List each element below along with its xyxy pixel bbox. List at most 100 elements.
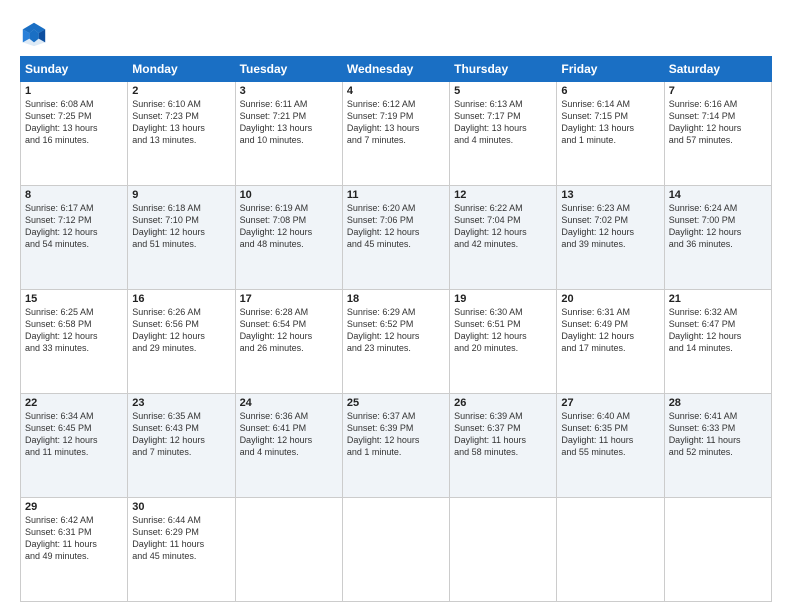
cell-info: Sunrise: 6:11 AM Sunset: 7:21 PM Dayligh… (240, 98, 338, 147)
cell-info: Sunrise: 6:10 AM Sunset: 7:23 PM Dayligh… (132, 98, 230, 147)
cell-info: Sunrise: 6:32 AM Sunset: 6:47 PM Dayligh… (669, 306, 767, 355)
calendar-cell: 18Sunrise: 6:29 AM Sunset: 6:52 PM Dayli… (342, 290, 449, 394)
logo-icon (20, 20, 48, 48)
day-number: 20 (561, 293, 659, 305)
cell-info: Sunrise: 6:30 AM Sunset: 6:51 PM Dayligh… (454, 306, 552, 355)
calendar-cell: 17Sunrise: 6:28 AM Sunset: 6:54 PM Dayli… (235, 290, 342, 394)
calendar-cell: 28Sunrise: 6:41 AM Sunset: 6:33 PM Dayli… (664, 394, 771, 498)
day-number: 26 (454, 397, 552, 409)
day-number: 2 (132, 85, 230, 97)
calendar-header-thursday: Thursday (450, 57, 557, 82)
day-number: 11 (347, 189, 445, 201)
day-number: 7 (669, 85, 767, 97)
cell-info: Sunrise: 6:35 AM Sunset: 6:43 PM Dayligh… (132, 410, 230, 459)
calendar-cell: 13Sunrise: 6:23 AM Sunset: 7:02 PM Dayli… (557, 186, 664, 290)
day-number: 27 (561, 397, 659, 409)
calendar-cell: 11Sunrise: 6:20 AM Sunset: 7:06 PM Dayli… (342, 186, 449, 290)
calendar-table: SundayMondayTuesdayWednesdayThursdayFrid… (20, 56, 772, 602)
day-number: 23 (132, 397, 230, 409)
calendar-cell: 5Sunrise: 6:13 AM Sunset: 7:17 PM Daylig… (450, 82, 557, 186)
calendar-cell: 10Sunrise: 6:19 AM Sunset: 7:08 PM Dayli… (235, 186, 342, 290)
cell-info: Sunrise: 6:44 AM Sunset: 6:29 PM Dayligh… (132, 514, 230, 563)
cell-info: Sunrise: 6:34 AM Sunset: 6:45 PM Dayligh… (25, 410, 123, 459)
calendar-header-wednesday: Wednesday (342, 57, 449, 82)
calendar-cell: 30Sunrise: 6:44 AM Sunset: 6:29 PM Dayli… (128, 498, 235, 602)
calendar-week-4: 22Sunrise: 6:34 AM Sunset: 6:45 PM Dayli… (21, 394, 772, 498)
cell-info: Sunrise: 6:20 AM Sunset: 7:06 PM Dayligh… (347, 202, 445, 251)
day-number: 12 (454, 189, 552, 201)
logo (20, 20, 52, 48)
calendar-cell: 25Sunrise: 6:37 AM Sunset: 6:39 PM Dayli… (342, 394, 449, 498)
calendar-cell (450, 498, 557, 602)
calendar-cell: 19Sunrise: 6:30 AM Sunset: 6:51 PM Dayli… (450, 290, 557, 394)
day-number: 30 (132, 501, 230, 513)
day-number: 19 (454, 293, 552, 305)
calendar-cell: 16Sunrise: 6:26 AM Sunset: 6:56 PM Dayli… (128, 290, 235, 394)
header (20, 16, 772, 48)
day-number: 22 (25, 397, 123, 409)
day-number: 4 (347, 85, 445, 97)
calendar-header-saturday: Saturday (664, 57, 771, 82)
day-number: 3 (240, 85, 338, 97)
calendar-cell (664, 498, 771, 602)
cell-info: Sunrise: 6:25 AM Sunset: 6:58 PM Dayligh… (25, 306, 123, 355)
day-number: 18 (347, 293, 445, 305)
calendar-cell: 27Sunrise: 6:40 AM Sunset: 6:35 PM Dayli… (557, 394, 664, 498)
cell-info: Sunrise: 6:12 AM Sunset: 7:19 PM Dayligh… (347, 98, 445, 147)
calendar-cell: 6Sunrise: 6:14 AM Sunset: 7:15 PM Daylig… (557, 82, 664, 186)
day-number: 6 (561, 85, 659, 97)
calendar-cell: 9Sunrise: 6:18 AM Sunset: 7:10 PM Daylig… (128, 186, 235, 290)
calendar-cell (342, 498, 449, 602)
calendar-week-1: 1Sunrise: 6:08 AM Sunset: 7:25 PM Daylig… (21, 82, 772, 186)
calendar-cell: 24Sunrise: 6:36 AM Sunset: 6:41 PM Dayli… (235, 394, 342, 498)
page: SundayMondayTuesdayWednesdayThursdayFrid… (0, 0, 792, 612)
day-number: 13 (561, 189, 659, 201)
cell-info: Sunrise: 6:19 AM Sunset: 7:08 PM Dayligh… (240, 202, 338, 251)
calendar-cell: 21Sunrise: 6:32 AM Sunset: 6:47 PM Dayli… (664, 290, 771, 394)
calendar-cell: 20Sunrise: 6:31 AM Sunset: 6:49 PM Dayli… (557, 290, 664, 394)
day-number: 10 (240, 189, 338, 201)
cell-info: Sunrise: 6:17 AM Sunset: 7:12 PM Dayligh… (25, 202, 123, 251)
cell-info: Sunrise: 6:28 AM Sunset: 6:54 PM Dayligh… (240, 306, 338, 355)
calendar-cell: 26Sunrise: 6:39 AM Sunset: 6:37 PM Dayli… (450, 394, 557, 498)
calendar-week-2: 8Sunrise: 6:17 AM Sunset: 7:12 PM Daylig… (21, 186, 772, 290)
cell-info: Sunrise: 6:31 AM Sunset: 6:49 PM Dayligh… (561, 306, 659, 355)
cell-info: Sunrise: 6:08 AM Sunset: 7:25 PM Dayligh… (25, 98, 123, 147)
calendar-cell: 12Sunrise: 6:22 AM Sunset: 7:04 PM Dayli… (450, 186, 557, 290)
cell-info: Sunrise: 6:41 AM Sunset: 6:33 PM Dayligh… (669, 410, 767, 459)
calendar-cell: 23Sunrise: 6:35 AM Sunset: 6:43 PM Dayli… (128, 394, 235, 498)
day-number: 28 (669, 397, 767, 409)
calendar-cell: 8Sunrise: 6:17 AM Sunset: 7:12 PM Daylig… (21, 186, 128, 290)
calendar-cell: 4Sunrise: 6:12 AM Sunset: 7:19 PM Daylig… (342, 82, 449, 186)
calendar-cell: 14Sunrise: 6:24 AM Sunset: 7:00 PM Dayli… (664, 186, 771, 290)
cell-info: Sunrise: 6:36 AM Sunset: 6:41 PM Dayligh… (240, 410, 338, 459)
day-number: 25 (347, 397, 445, 409)
calendar-header-monday: Monday (128, 57, 235, 82)
day-number: 21 (669, 293, 767, 305)
day-number: 16 (132, 293, 230, 305)
day-number: 15 (25, 293, 123, 305)
calendar-cell: 2Sunrise: 6:10 AM Sunset: 7:23 PM Daylig… (128, 82, 235, 186)
day-number: 17 (240, 293, 338, 305)
calendar-cell (235, 498, 342, 602)
cell-info: Sunrise: 6:18 AM Sunset: 7:10 PM Dayligh… (132, 202, 230, 251)
cell-info: Sunrise: 6:40 AM Sunset: 6:35 PM Dayligh… (561, 410, 659, 459)
cell-info: Sunrise: 6:23 AM Sunset: 7:02 PM Dayligh… (561, 202, 659, 251)
day-number: 24 (240, 397, 338, 409)
day-number: 14 (669, 189, 767, 201)
day-number: 1 (25, 85, 123, 97)
cell-info: Sunrise: 6:42 AM Sunset: 6:31 PM Dayligh… (25, 514, 123, 563)
calendar-header-tuesday: Tuesday (235, 57, 342, 82)
calendar-cell: 7Sunrise: 6:16 AM Sunset: 7:14 PM Daylig… (664, 82, 771, 186)
calendar-cell: 1Sunrise: 6:08 AM Sunset: 7:25 PM Daylig… (21, 82, 128, 186)
calendar-cell: 29Sunrise: 6:42 AM Sunset: 6:31 PM Dayli… (21, 498, 128, 602)
cell-info: Sunrise: 6:26 AM Sunset: 6:56 PM Dayligh… (132, 306, 230, 355)
day-number: 29 (25, 501, 123, 513)
calendar-header-sunday: Sunday (21, 57, 128, 82)
calendar-cell (557, 498, 664, 602)
cell-info: Sunrise: 6:37 AM Sunset: 6:39 PM Dayligh… (347, 410, 445, 459)
calendar-header-row: SundayMondayTuesdayWednesdayThursdayFrid… (21, 57, 772, 82)
calendar-cell: 3Sunrise: 6:11 AM Sunset: 7:21 PM Daylig… (235, 82, 342, 186)
cell-info: Sunrise: 6:22 AM Sunset: 7:04 PM Dayligh… (454, 202, 552, 251)
day-number: 8 (25, 189, 123, 201)
